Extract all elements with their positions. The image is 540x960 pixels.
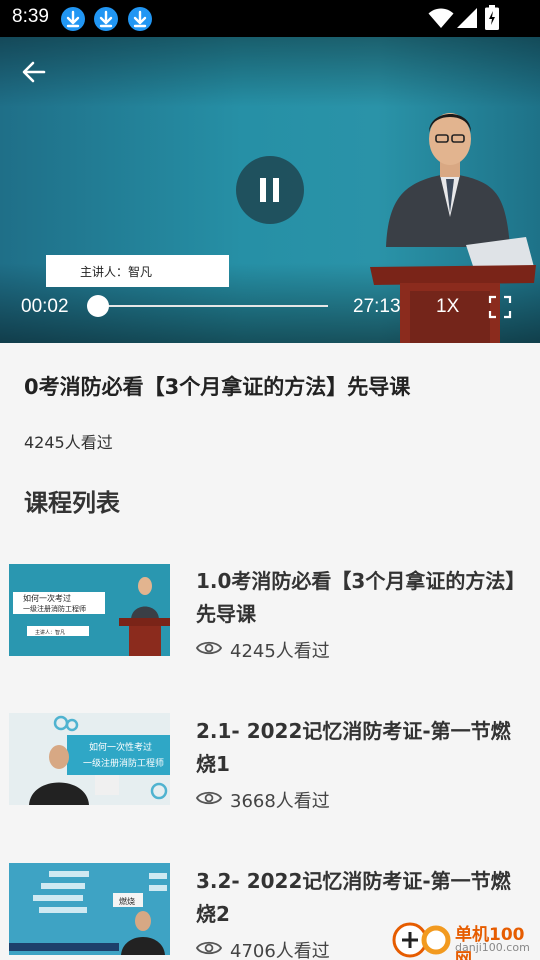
site-watermark: 单机100网 danji100.com <box>390 918 540 960</box>
eye-icon <box>196 641 222 655</box>
download-icon <box>61 7 85 31</box>
total-time: 27:13 <box>353 296 401 317</box>
download-icon <box>94 7 118 31</box>
lesson-thumbnail: 燃烧 <box>9 863 170 955</box>
thumb-line: 燃烧 <box>119 896 135 906</box>
speaker-caption: 主讲人：智凡 <box>46 255 229 287</box>
current-time: 00:02 <box>21 296 69 317</box>
fullscreen-icon <box>488 295 512 319</box>
course-title: 0考消防必看【3个月拿证的方法】先导课 <box>24 375 411 399</box>
playback-speed-button[interactable]: 1X <box>436 296 459 318</box>
lesson-title: 1.0考消防必看【3个月拿证的方法】先导课 <box>196 569 526 626</box>
thumb-line: 一级注册消防工程师 <box>83 757 164 769</box>
thumb-line: 主讲人：智凡 <box>35 629 65 636</box>
status-time: 8:39 <box>12 6 49 27</box>
arrow-left-icon <box>22 61 46 83</box>
video-player[interactable]: 主讲人：智凡 00:02 27:13 1X <box>0 37 540 343</box>
eye-icon <box>196 791 222 805</box>
seek-thumb[interactable] <box>87 295 109 317</box>
watermark-logo <box>392 922 451 958</box>
eye-icon <box>196 941 222 955</box>
course-views: 4245人看过 <box>24 433 113 452</box>
lesson-item[interactable]: 如何一次性考过 一级注册消防工程师 2.1- 2022记忆消防考证-第一节燃烧1… <box>0 705 540 845</box>
lesson-list-heading: 课程列表 <box>24 489 120 517</box>
thumb-line: 如何一次性考过 <box>89 741 152 753</box>
lesson-thumbnail: 如何一次性考过 一级注册消防工程师 <box>9 713 170 805</box>
download-icon <box>128 7 152 31</box>
seek-bar[interactable] <box>98 305 328 307</box>
pause-button[interactable] <box>236 156 304 224</box>
pause-icon <box>273 178 279 202</box>
lesson-item[interactable]: 如何一次考过 一级注册消防工程师 主讲人：智凡 1.0考消防必看【3个月拿证的方… <box>0 555 540 695</box>
fullscreen-button[interactable] <box>488 295 512 319</box>
watermark-url: danji100.com <box>455 941 530 954</box>
course-content: 0考消防必看【3个月拿证的方法】先导课 4245人看过 课程列表 如何一次考过 … <box>0 343 540 960</box>
wifi-icon <box>428 7 454 29</box>
lesson-title: 2.1- 2022记忆消防考证-第一节燃烧1 <box>196 719 511 776</box>
thumb-line: 一级注册消防工程师 <box>23 604 86 613</box>
battery-charging-icon <box>485 5 499 30</box>
pause-icon <box>260 178 266 202</box>
watermark-brand: 单机100网 <box>455 925 525 960</box>
back-button[interactable] <box>18 57 54 87</box>
lesson-thumbnail: 如何一次考过 一级注册消防工程师 主讲人：智凡 <box>9 564 170 656</box>
status-bar: 8:39 <box>0 0 540 37</box>
signal-icon <box>456 7 478 29</box>
thumb-line: 如何一次考过 <box>23 593 71 603</box>
